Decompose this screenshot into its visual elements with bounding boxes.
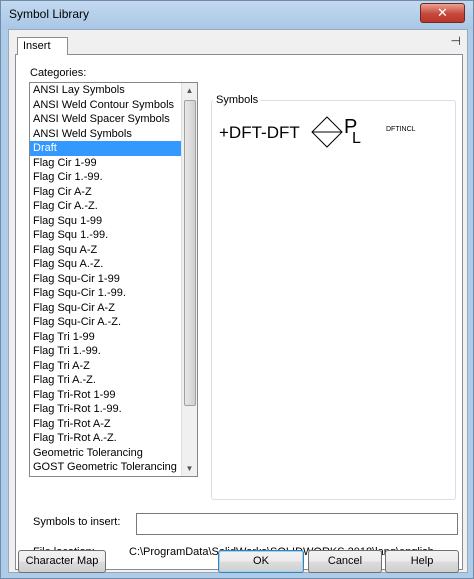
- category-list-item[interactable]: Flag Tri-Rot 1.-99.: [30, 402, 197, 417]
- category-list-item[interactable]: Flag Tri-Rot 1-99: [30, 388, 197, 403]
- symbols-group: [211, 100, 456, 500]
- dialog-client: Insert ⊣ Categories: ANSI Lay Symbols ANS…: [8, 29, 468, 573]
- title-bar[interactable]: Symbol Library ✕: [1, 1, 473, 29]
- category-list-item[interactable]: ANSI Weld Symbols: [30, 127, 197, 142]
- window-title: Symbol Library: [9, 7, 90, 21]
- symbols-to-insert-label: Symbols to insert:: [33, 516, 121, 528]
- character-map-button[interactable]: Character Map: [18, 550, 106, 573]
- scroll-thumb[interactable]: [184, 100, 196, 406]
- pin-icon[interactable]: ⊣: [451, 34, 461, 48]
- category-list-item[interactable]: Flag Tri-Rot A.-Z.: [30, 431, 197, 446]
- category-list-item[interactable]: Flag Cir 1-99: [30, 156, 197, 171]
- category-list-item[interactable]: ANSI Lay Symbols: [30, 83, 197, 98]
- symbol-dft-text[interactable]: +DFT-DFT: [219, 123, 300, 143]
- category-list-item[interactable]: Flag Squ-Cir 1.-99.: [30, 286, 197, 301]
- category-list-item[interactable]: Flag Cir 1.-99.: [30, 170, 197, 185]
- category-list-item[interactable]: Flag Squ-Cir A.-Z.: [30, 315, 197, 330]
- category-list-item[interactable]: Flag Squ A.-Z.: [30, 257, 197, 272]
- category-list-item[interactable]: ANSI Weld Contour Symbols: [30, 98, 197, 113]
- categories-items: ANSI Lay Symbols ANSI Weld Contour Symbol…: [30, 83, 197, 475]
- symbols-label: Symbols: [213, 94, 262, 106]
- category-list-item[interactable]: ANSI Weld Spacer Symbols: [30, 112, 197, 127]
- close-button[interactable]: ✕: [420, 3, 465, 23]
- tab-insert[interactable]: Insert: [17, 37, 68, 55]
- help-button[interactable]: Help: [385, 550, 459, 573]
- category-list-item[interactable]: Geometric Tolerancing: [30, 446, 197, 461]
- category-list-item[interactable]: GOST Geometric Tolerancing: [30, 460, 197, 475]
- scroll-up-arrow-icon[interactable]: ▲: [182, 83, 197, 98]
- categories-scrollbar[interactable]: ▲ ▼: [181, 83, 197, 476]
- category-list-item[interactable]: Flag Cir A-Z: [30, 185, 197, 200]
- category-list-item[interactable]: Flag Tri A.-Z.: [30, 373, 197, 388]
- insert-panel: Categories: ANSI Lay Symbols ANSI Weld Co…: [15, 54, 463, 570]
- category-list-item[interactable]: Flag Squ-Cir A-Z: [30, 301, 197, 316]
- category-list-item[interactable]: Flag Tri 1-99: [30, 330, 197, 345]
- category-list-item[interactable]: Flag Tri-Rot A-Z: [30, 417, 197, 432]
- category-list-item[interactable]: Flag Squ 1.-99.: [30, 228, 197, 243]
- category-list-item[interactable]: Flag Squ-Cir 1-99: [30, 272, 197, 287]
- symbol-pl-sub: L: [352, 130, 361, 147]
- cancel-button[interactable]: Cancel: [308, 550, 382, 573]
- category-list-item[interactable]: Flag Cir A.-Z.: [30, 199, 197, 214]
- datum-diamond-symbol-icon[interactable]: [311, 116, 343, 148]
- categories-label: Categories:: [30, 67, 87, 79]
- ok-button[interactable]: OK: [218, 550, 304, 573]
- categories-list[interactable]: ANSI Lay Symbols ANSI Weld Contour Symbol…: [29, 82, 198, 477]
- symbol-library-window: Symbol Library ✕ Insert ⊣ Categories: AN…: [0, 0, 474, 579]
- scroll-down-arrow-icon[interactable]: ▼: [182, 461, 197, 476]
- category-list-item[interactable]: Flag Squ 1-99: [30, 214, 197, 229]
- category-list-item[interactable]: Flag Tri A-Z: [30, 359, 197, 374]
- symbols-to-insert-input[interactable]: [136, 513, 458, 535]
- category-list-item[interactable]: Flag Squ A-Z: [30, 243, 197, 258]
- symbol-dftincl[interactable]: DFTINCL: [386, 126, 416, 133]
- category-list-item[interactable]: Draft: [30, 141, 197, 156]
- category-list-item[interactable]: Flag Tri 1.-99.: [30, 344, 197, 359]
